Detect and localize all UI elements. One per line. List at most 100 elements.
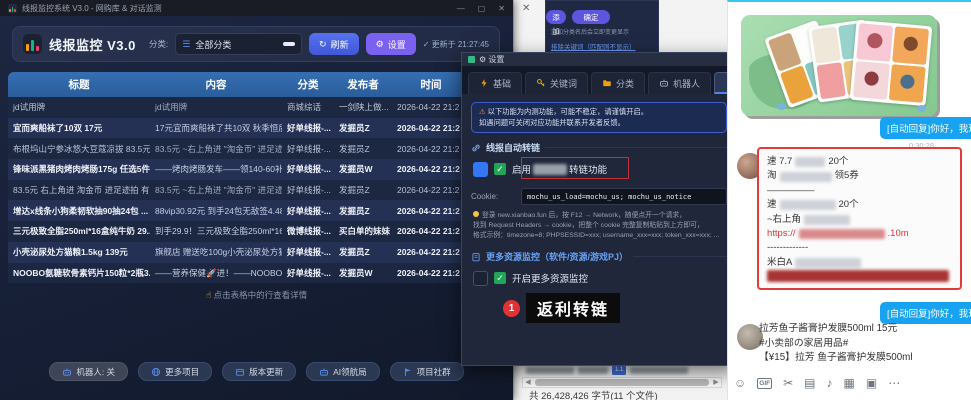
table-cell: 商城综话: [282, 97, 334, 118]
refresh-icon: ↻: [319, 39, 327, 50]
warning-icon: ⚠: [479, 107, 486, 116]
scrollbar-thumb[interactable]: [535, 379, 709, 386]
folder-icon: [602, 78, 612, 90]
table-cell: 2026-04-22 21:2: [392, 263, 470, 284]
censored-text: [804, 215, 850, 225]
column-header: 发布者: [334, 72, 392, 97]
table-row[interactable]: 三元极致全脂250ml*16盒纯牛奶 29...到手29.9！三元极致全脂250…: [8, 221, 470, 242]
tab-label: 分类: [616, 77, 634, 90]
add-button[interactable]: 添加: [546, 10, 566, 24]
explorer-status-bar: 共 26,428,426 字节(11 个文件): [529, 388, 658, 400]
image-icon[interactable]: ▦: [844, 376, 855, 390]
close-icon[interactable]: ✕: [522, 3, 530, 14]
settings-button[interactable]: ⚙设置: [366, 33, 416, 55]
emoji-icon[interactable]: ☺: [734, 376, 746, 390]
screenshot-icon[interactable]: ✂: [783, 376, 793, 390]
censored-link: [767, 270, 949, 282]
keyword-note: 添加分类名后会立即变更显示: [551, 27, 659, 36]
table-cell: 买白单的妹妹: [334, 221, 392, 242]
footer-toolbar: 机器人: 关更多项目版本更新 AI领航局项目社群: [0, 362, 513, 381]
screen: ✕ 1.1 ◀ ▶ 共 26,428,426 字节(11 个文件) 添加 确定 …: [0, 0, 971, 400]
gif-icon[interactable]: GIF: [757, 378, 772, 389]
table-cell: 83.5元 ~右上角进 "淘金币" 进足迹...: [150, 180, 282, 201]
table-row[interactable]: 增达x线条小狗柔韧软抽90抽24包 ...88vip30.92元 到手24包无敌…: [8, 200, 470, 221]
maximize-icon[interactable]: ▢: [478, 4, 486, 13]
table-row[interactable]: 83.5元 右上角进 淘金币 进足迹拍 有...83.5元 ~右上角进 "淘金币…: [8, 180, 470, 201]
table-row[interactable]: jd试用牌jd试用牌商城综话一剑陕上做...2026-04-22 21:2: [8, 97, 470, 118]
section-title: 线报自动转链: [486, 141, 540, 154]
exclude-keywords-link[interactable]: 排除关键词（匹配则不显示）: [551, 41, 659, 51]
table-cell: 88vip30.92元 到手24包无敌签4.48...: [150, 200, 282, 221]
key-icon: [536, 78, 546, 90]
dialog-title: ⚙ 设置: [479, 54, 504, 65]
confirm-button[interactable]: 确定: [572, 10, 610, 24]
beta-warning: ⚠ 以下功能为内测功能，可能不稳定，请谨慎开启。 如遇问题可关闭对应功能并联系开…: [471, 102, 727, 133]
censored-text: [780, 200, 836, 210]
category-value: 全部分类: [195, 38, 278, 51]
footer-button-AIx[interactable]: AI领航局: [306, 362, 380, 381]
category-dropdown[interactable]: ☰ 全部分类: [175, 33, 302, 55]
toggle-checkbox[interactable]: [473, 162, 488, 177]
message-line: https://.10m: [767, 227, 952, 241]
scroll-left-icon[interactable]: ◀: [523, 378, 533, 387]
footer-button-x[interactable]: 项目社群: [390, 362, 464, 381]
voice-icon[interactable]: ♪: [827, 376, 833, 390]
dropdown-grip: [283, 42, 295, 46]
updated-timestamp: ✓ 更新于 21:27:45: [423, 39, 489, 50]
robot-icon: [659, 78, 669, 90]
screen-share-icon[interactable]: ▣: [866, 376, 877, 390]
close-icon[interactable]: ✕: [498, 4, 505, 13]
horizontal-scrollbar[interactable]: ◀ ▶: [522, 377, 722, 388]
message-line: 速20个: [767, 198, 952, 212]
censored-text: [795, 258, 861, 268]
tab-基础[interactable]: 基础: [468, 72, 522, 94]
table-cell: 到手29.9！三元极致全脂250ml*16...: [150, 221, 282, 242]
tab-机器人[interactable]: 机器人: [648, 72, 711, 94]
table-row[interactable]: 锋味派黑猪肉烤肉烤肠175g 任选5件...——烤肉烤肠发车——领140-60补…: [8, 159, 470, 180]
toggle-checkbox[interactable]: [473, 271, 488, 286]
section-title: 更多资源监控（软件/资源/游戏PJ）: [486, 250, 628, 263]
page-title: 线报监控 V3.0: [49, 35, 136, 54]
table-cell: 2026-04-22 21:2: [392, 159, 470, 180]
table-cell: 三元极致全脂250ml*16盒纯牛奶 29...: [8, 221, 150, 242]
main-window: 线报监控系统 V3.0 - 网购库 & 对话监测 — ▢ ✕ 线报监控 V3.0…: [0, 0, 513, 400]
cookie-input[interactable]: mochu_us_load=mochu_us; mochu_us_notice: [521, 188, 727, 205]
table-cell: 好单线报-...: [282, 263, 334, 284]
message-line: ~右上角: [767, 213, 952, 227]
message-line: 米白A: [767, 256, 952, 270]
flag-icon: [403, 367, 413, 377]
highlighted-chip: 1.1: [612, 366, 626, 375]
red-highlight-box: [521, 157, 629, 179]
message-text: 20个: [839, 198, 859, 212]
column-header: 内容: [150, 72, 282, 97]
footer-button-x[interactable]: 更多项目: [138, 362, 212, 381]
deal-message-bubble: 速 7.720个淘领5券—————速20个~右上角https://.10m---…: [757, 147, 962, 290]
table-cell: 83.5元 ~右上角进 "淘金币" 进足迹...: [150, 138, 282, 159]
more-icon[interactable]: ⋯: [888, 376, 900, 390]
footer-button-x[interactable]: 版本更新: [222, 362, 296, 381]
product-image[interactable]: [741, 15, 937, 116]
blurred-text: [630, 367, 688, 374]
tab-分类[interactable]: 分类: [591, 72, 645, 94]
column-header: 标题: [8, 72, 150, 97]
leads-table: 标题内容分类发布者时间 jd试用牌jd试用牌商城综话一剑陕上做...2026-0…: [8, 72, 470, 283]
minimize-icon[interactable]: —: [457, 4, 465, 13]
auto-reply-bubble: [自动回复]你好，我现: [880, 117, 971, 139]
table-row[interactable]: NOOBO氨糖软骨素钙片150粒*2瓶3...——营养保健🚀进！——NOOBO …: [8, 263, 470, 284]
refresh-button[interactable]: ↻刷新: [309, 33, 359, 55]
message-text: .10m: [888, 227, 909, 241]
column-header: 分类: [282, 72, 334, 97]
file-icon[interactable]: ▤: [804, 376, 815, 390]
settings-body: ⚠ 以下功能为内测功能，可能不稳定，请谨慎开启。 如遇问题可关闭对应功能并联系开…: [462, 94, 736, 305]
table-row[interactable]: 小壳泌尿处方猫粮1.5kg 139元旗舰店 赠送吃100g小壳泌尿处方猫粮...…: [8, 242, 470, 263]
tab-关键词[interactable]: 关键词: [525, 72, 588, 94]
table-row[interactable]: 布根坞山宁参冰悠大豆蔻凉拔 83.5元83.5元 ~右上角进 "淘金币" 进足迹…: [8, 138, 470, 159]
table-row[interactable]: 宜而爽船袜了10双 17元17元宜而爽船袜了共10双 秋季恒后石...好单线报-…: [8, 118, 470, 139]
footer-button-x[interactable]: 机器人: 关: [49, 362, 128, 381]
decor-pebble: [777, 103, 786, 110]
robot-icon: [62, 367, 72, 377]
table-cell: 2026-04-22 21:2: [392, 97, 470, 118]
message-line: 淘领5券: [767, 169, 952, 183]
scroll-right-icon[interactable]: ▶: [711, 378, 721, 387]
table-cell: jd试用牌: [150, 97, 282, 118]
